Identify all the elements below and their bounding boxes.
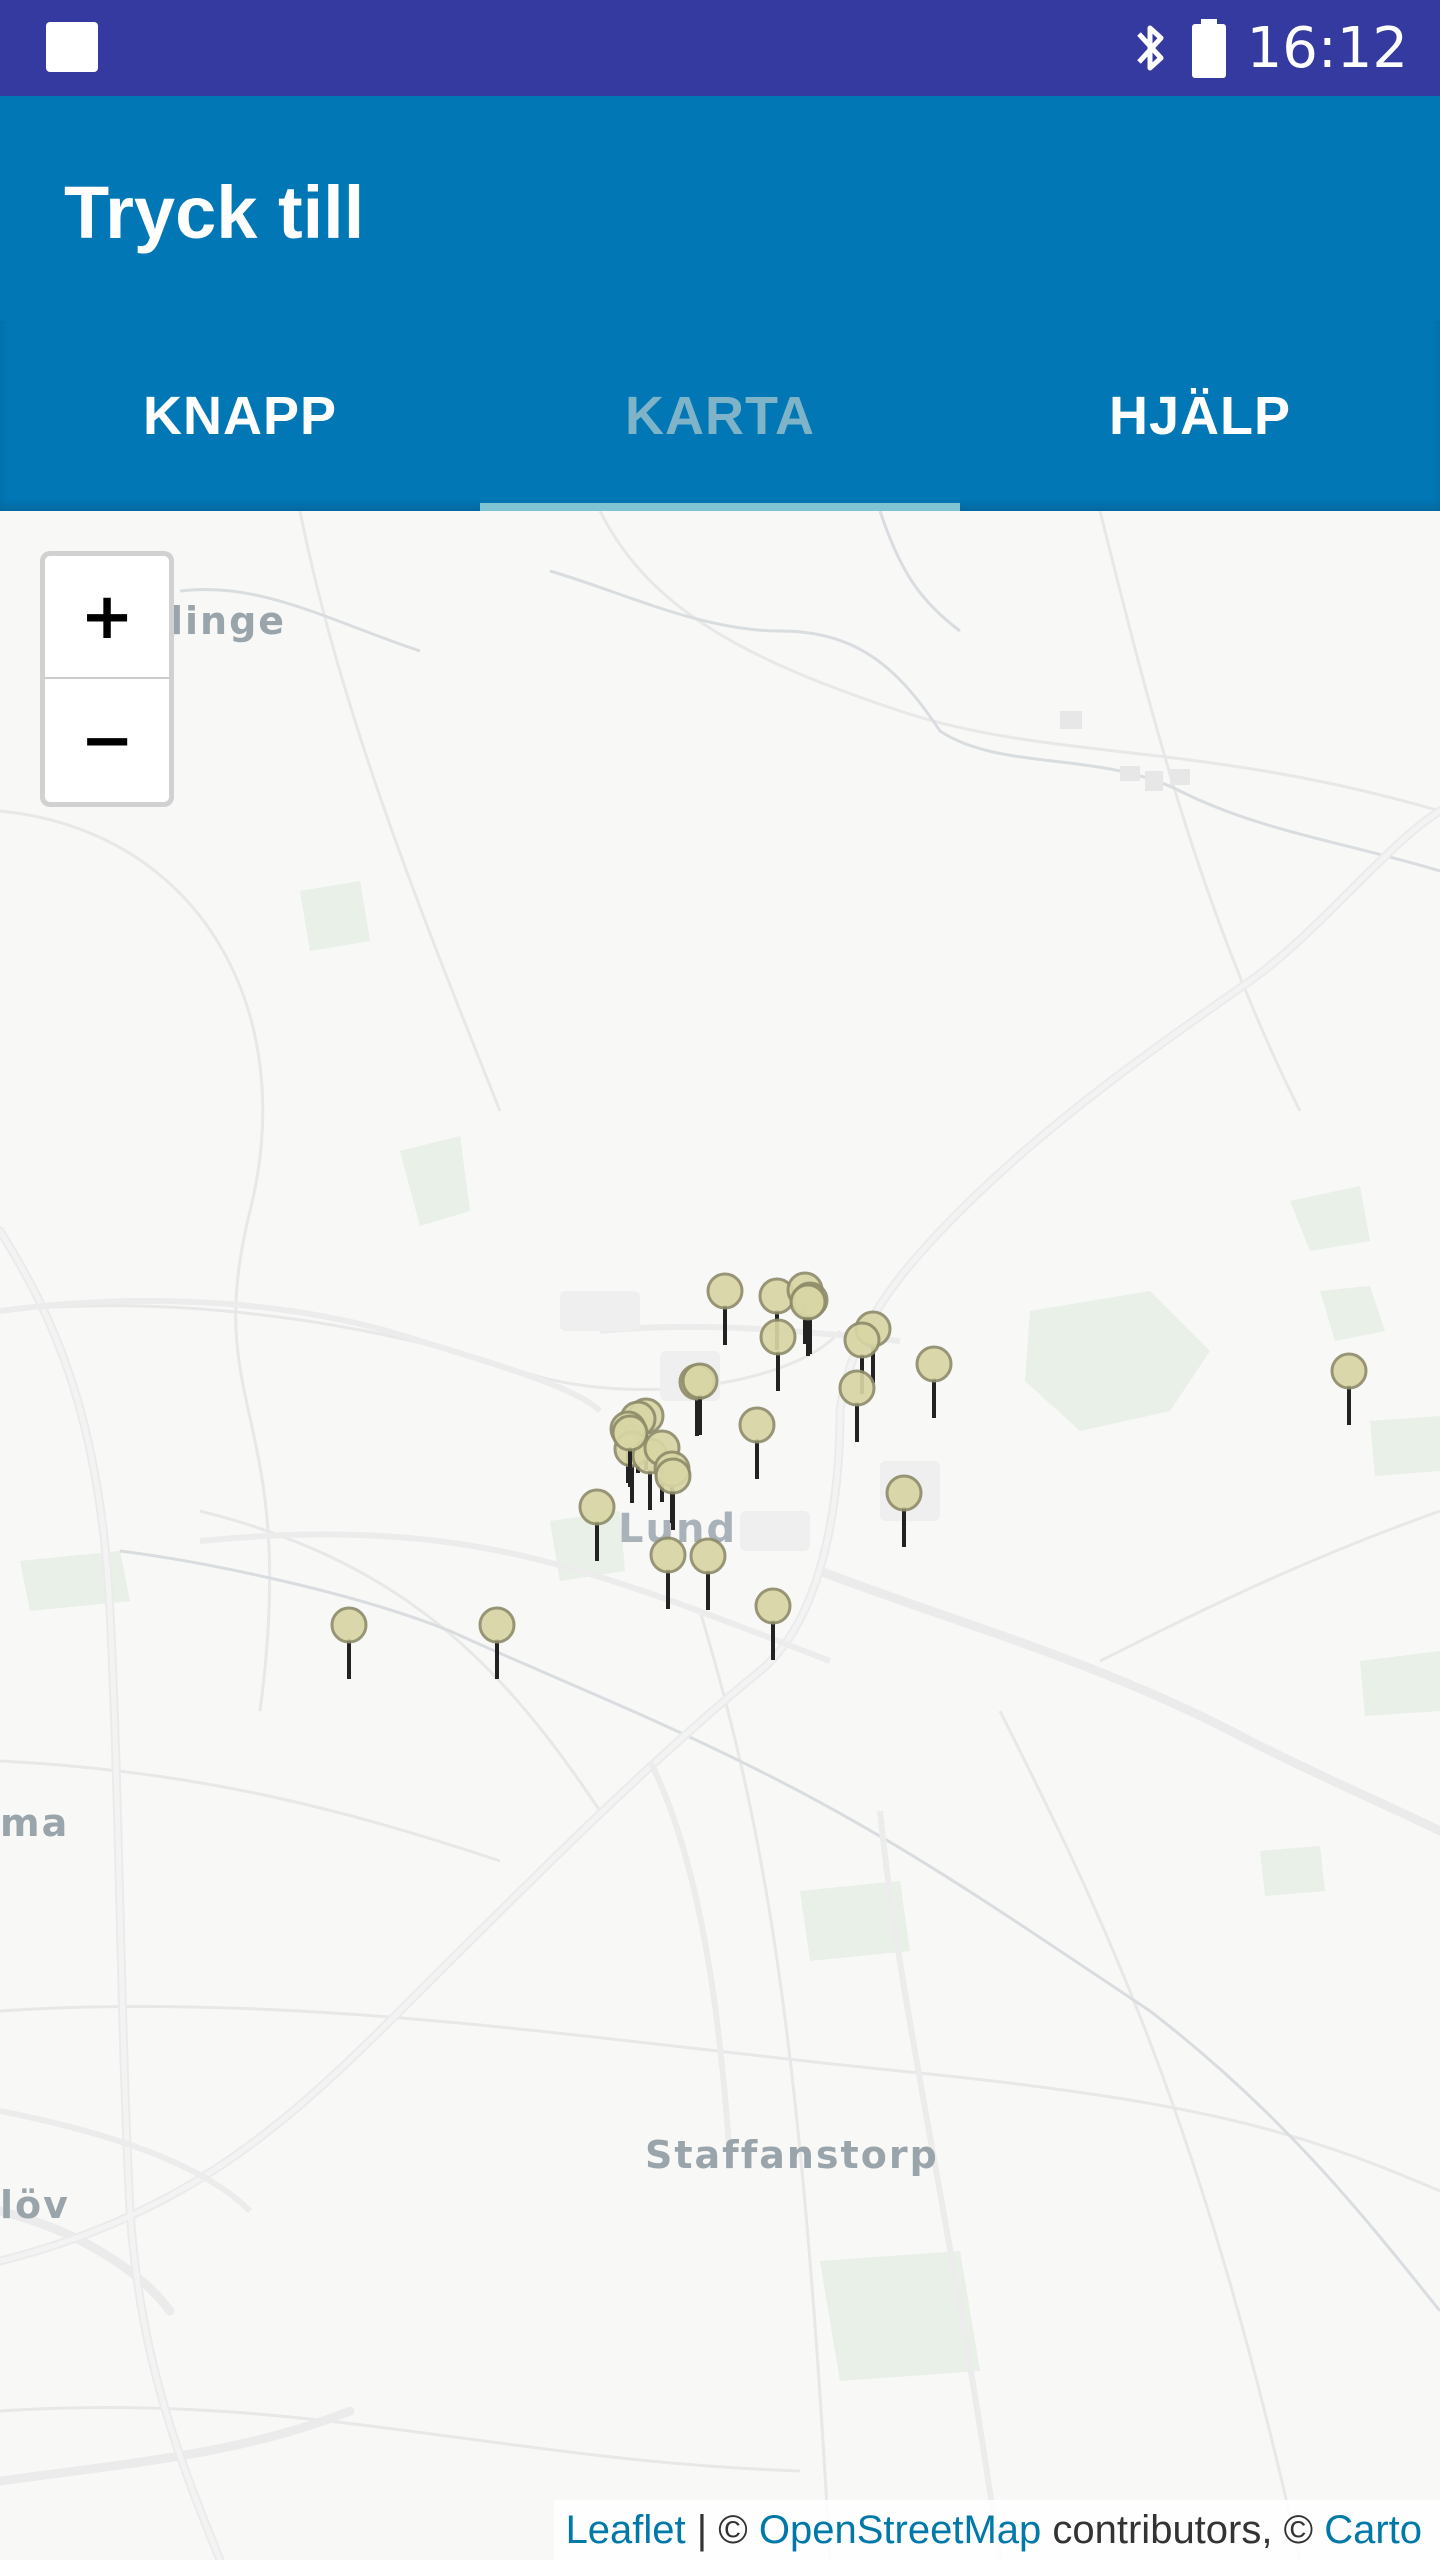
map-marker[interactable] <box>653 1456 693 1536</box>
status-bar: 16:12 <box>0 0 1440 96</box>
map-marker[interactable] <box>737 1405 777 1485</box>
notification-icon <box>46 22 98 72</box>
status-time: 16:12 <box>1246 15 1408 81</box>
map-marker[interactable] <box>688 1536 728 1616</box>
map-marker[interactable] <box>753 1586 793 1666</box>
status-icons: 16:12 <box>1131 0 1408 96</box>
attribution-contrib: contributors, © <box>1041 2507 1325 2552</box>
tab-indicator <box>480 503 960 511</box>
place-lov: löv <box>0 2183 70 2227</box>
carto-link[interactable]: Carto <box>1324 2508 1422 2553</box>
map-marker[interactable] <box>577 1487 617 1567</box>
zoom-control: + − <box>40 551 174 807</box>
map-marker[interactable] <box>837 1368 877 1448</box>
bluetooth-icon <box>1136 25 1164 71</box>
osm-link[interactable]: OpenStreetMap <box>759 2508 1041 2553</box>
zoom-in-button[interactable]: + <box>45 556 169 679</box>
map-marker[interactable] <box>1329 1351 1369 1431</box>
map-marker[interactable] <box>680 1361 720 1441</box>
attribution-sep: | © <box>685 2507 759 2552</box>
tab-bar: KNAPP KARTA HJÄLP <box>0 321 1440 511</box>
place-staffanstorp: Staffanstorp <box>645 2133 939 2177</box>
map-marker[interactable] <box>788 1282 828 1362</box>
map-marker[interactable] <box>884 1473 924 1553</box>
map-view[interactable]: linge Lund ma Staffanstorp löv + − Leafl… <box>0 511 1440 2560</box>
map-marker[interactable] <box>705 1271 745 1351</box>
tab-knapp[interactable]: KNAPP <box>0 321 480 511</box>
leaflet-link[interactable]: Leaflet <box>566 2508 686 2553</box>
zoom-out-button[interactable]: − <box>45 679 169 802</box>
map-attribution: Leaflet | © OpenStreetMap contributors, … <box>553 2500 1440 2560</box>
tab-karta[interactable]: KARTA <box>480 321 960 511</box>
map-marker[interactable] <box>610 1413 650 1493</box>
app-bar: Tryck till <box>0 96 1440 321</box>
map-marker[interactable] <box>914 1344 954 1424</box>
map-marker[interactable] <box>329 1605 369 1685</box>
tab-hjalp[interactable]: HJÄLP <box>960 321 1440 511</box>
map-marker[interactable] <box>477 1605 517 1685</box>
place-ma: ma <box>0 1801 70 1845</box>
app-title: Tryck till <box>64 171 365 254</box>
map-marker[interactable] <box>648 1535 688 1615</box>
battery-icon <box>1191 19 1226 78</box>
place-linge: linge <box>170 599 287 643</box>
